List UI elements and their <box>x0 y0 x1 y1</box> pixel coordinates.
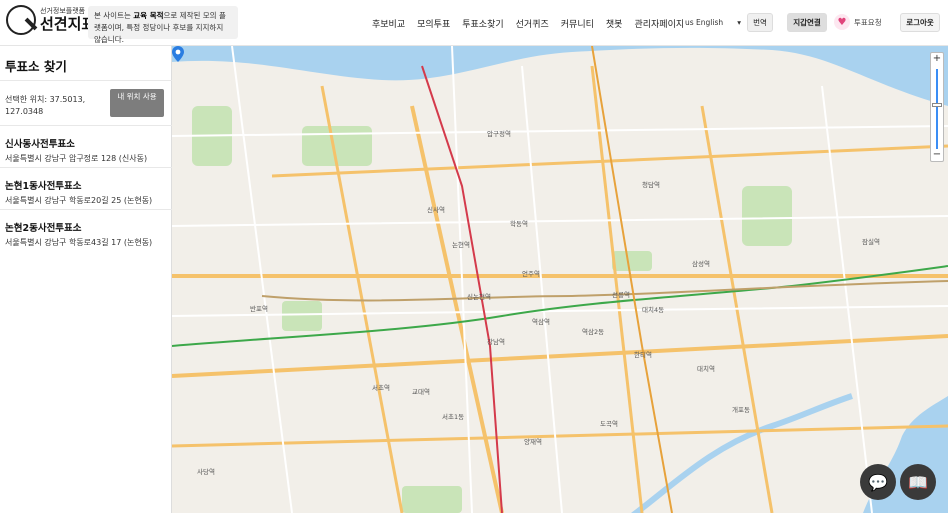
nav-mock-vote[interactable]: 모의투표 <box>417 17 450 30</box>
map-label: 논현역 <box>452 241 470 249</box>
station-name: 논현1동사전투표소 <box>5 181 82 192</box>
park-area <box>282 301 322 331</box>
logo-subtitle: 선거정보플랫폼 <box>40 7 86 15</box>
map-label: 신사역 <box>427 206 445 214</box>
map-label: 한티역 <box>634 351 652 359</box>
major-road <box>172 424 948 448</box>
station-item[interactable]: 신사동사전투표소 서울특별시 강남구 압구정로 128 (신사동) <box>5 136 165 164</box>
nav-chatbot[interactable]: 챗봇 <box>606 17 623 30</box>
logo-magnifier-icon <box>6 5 36 35</box>
main-nav: 후보비교 모의투표 투표소찾기 선거퀴즈 커뮤니티 챗봇 관리자페이지 <box>372 0 696 46</box>
map-label: 양재역 <box>524 438 542 446</box>
nav-find-polling-station[interactable]: 투표소찾기 <box>462 17 503 30</box>
station-address: 서울특별시 강남구 압구정로 128 (신사동) <box>5 154 148 163</box>
zoom-slider-track[interactable] <box>936 69 938 149</box>
divider <box>0 80 172 81</box>
top-header: 선거정보플랫폼 선견지표 본 사이트는 교육 목적으로 제작된 모의 플랫폼이며… <box>0 0 948 46</box>
map-label: 언주역 <box>522 270 540 278</box>
map-label: 대치4동 <box>642 306 665 314</box>
map-label: 도곡역 <box>600 420 618 428</box>
map-label: 사당역 <box>197 468 215 476</box>
station-item[interactable]: 논현2동사전투표소 서울특별시 강남구 학동로43길 17 (논현동) <box>5 220 165 248</box>
book-icon: 📖 <box>908 472 928 492</box>
map-label: 압구정역 <box>487 130 511 138</box>
wallet-connect-button[interactable]: 지갑연결 <box>787 13 827 32</box>
zoom-in-button[interactable]: + <box>931 53 943 65</box>
divider <box>0 209 172 210</box>
nav-community[interactable]: 커뮤니티 <box>561 17 594 30</box>
map-label: 역삼역 <box>532 318 550 326</box>
han-river <box>172 46 948 106</box>
map-label: 선릉역 <box>612 291 630 299</box>
use-my-location-button[interactable]: 내 위치 사용 <box>110 89 164 117</box>
map-label: 신논현역 <box>467 293 491 301</box>
station-name: 신사동사전투표소 <box>5 139 75 150</box>
park-area <box>612 251 652 271</box>
map-label: 청담역 <box>642 181 660 189</box>
zoom-slider-handle[interactable] <box>932 103 942 107</box>
map-label: 반포역 <box>250 305 268 313</box>
heart-icon[interactable]: ♥ <box>834 14 850 30</box>
chat-icon: 💬 <box>868 472 888 492</box>
site-logo[interactable]: 선거정보플랫폼 선견지표 <box>6 5 95 35</box>
chat-fab-button[interactable]: 💬 <box>860 464 896 500</box>
zoom-out-button[interactable]: − <box>931 149 943 161</box>
station-address: 서울특별시 강남구 학동로20길 25 (논현동) <box>5 196 153 205</box>
map-label: 역삼2동 <box>582 328 605 336</box>
chevron-down-icon: ▾ <box>737 17 741 27</box>
station-address: 서울특별시 강남구 학동로43길 17 (논현동) <box>5 238 153 247</box>
nav-candidate-compare[interactable]: 후보비교 <box>372 17 405 30</box>
nav-admin[interactable]: 관리자페이지 <box>634 17 684 30</box>
map-label: 교대역 <box>412 388 430 396</box>
disclaimer-notice: 본 사이트는 교육 목적으로 제작된 모의 플랫폼이며, 특정 정당이나 후보를… <box>88 6 238 44</box>
station-item[interactable]: 논현1동사전투표소 서울특별시 강남구 학동로20길 25 (논현동) <box>5 178 165 206</box>
logout-button[interactable]: 로그아웃 <box>900 13 940 32</box>
selected-location-label: 선택한 위치: 37.5013, 127.0348 <box>5 95 86 116</box>
book-fab-button[interactable]: 📖 <box>900 464 936 500</box>
divider <box>0 167 172 168</box>
park-area <box>742 186 792 246</box>
polling-station-sidebar: 투표소 찾기 선택한 위치: 37.5013, 127.0348 내 위치 사용… <box>0 46 172 513</box>
subway-line-3 <box>591 46 673 513</box>
translate-button[interactable]: 번역 <box>747 13 773 32</box>
map-label: 삼성역 <box>692 260 710 268</box>
divider <box>0 125 172 126</box>
nav-election-quiz[interactable]: 선거퀴즈 <box>516 17 549 30</box>
vote-request-link[interactable]: 투표요청 <box>854 17 882 28</box>
map-label: 학동역 <box>510 220 528 228</box>
map-label: 대치역 <box>697 365 715 373</box>
map-canvas <box>172 46 948 513</box>
language-select[interactable]: us English ▾ <box>685 14 741 30</box>
station-name: 논현2동사전투표소 <box>5 223 82 234</box>
map-label: 잠실역 <box>862 238 880 246</box>
map-label: 서초역 <box>372 384 390 392</box>
page-title: 투표소 찾기 <box>5 59 67 74</box>
zoom-control: + − <box>930 52 944 162</box>
location-pin-icon[interactable] <box>172 46 184 62</box>
major-road <box>172 334 948 378</box>
logo-title: 선견지표 <box>40 15 96 33</box>
map-label: 서초1동 <box>442 413 465 421</box>
map-view[interactable]: 신사역 논현역 강남역 역삼역 선릉역 삼성역 압구정역 청담역 신논현역 학동… <box>172 46 948 513</box>
park-area <box>402 486 462 513</box>
map-label: 개포동 <box>732 406 750 414</box>
map-label: 강남역 <box>487 338 505 346</box>
